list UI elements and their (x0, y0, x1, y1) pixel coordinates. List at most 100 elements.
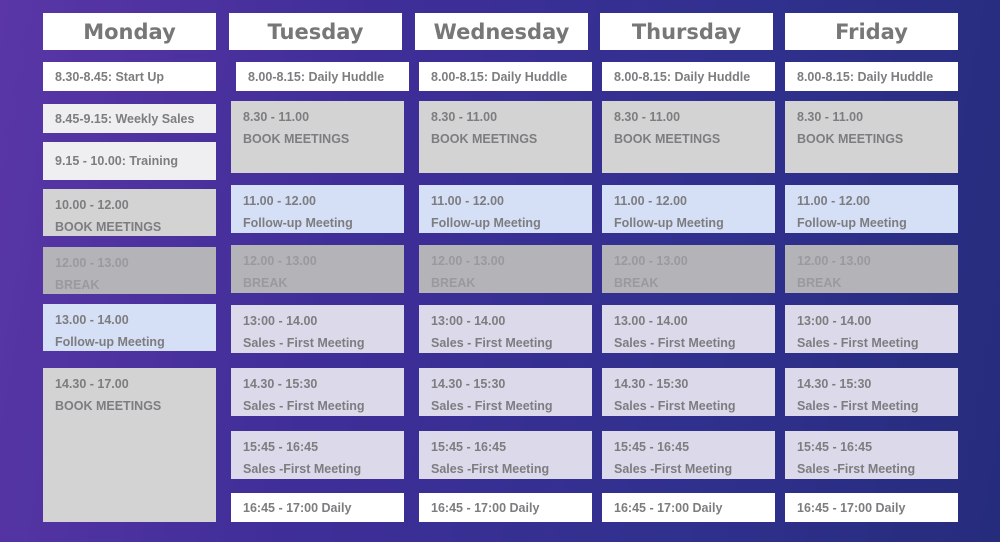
event-block[interactable]: 12.00 - 13.00 BREAK (602, 245, 775, 293)
event-block[interactable]: 13:00 - 14.00 Sales - First Meeting (785, 305, 958, 353)
event-title: Sales -First Meeting (243, 462, 362, 476)
event-time: 12.00 - 13.00 (614, 254, 688, 268)
event-time: 15:45 - 16:45 (431, 440, 507, 454)
event-block[interactable]: 8.30 - 11.00 BOOK MEETINGS (785, 101, 958, 173)
event-block[interactable]: 16:45 - 17:00 Daily (602, 493, 775, 522)
event-block[interactable]: 10.00 - 12.00 BOOK MEETINGS (43, 189, 216, 236)
event-label: 16:45 - 17:00 Daily (243, 500, 352, 515)
event-time: 11.00 - 12.00 (797, 194, 870, 208)
event-block[interactable]: 14.30 - 15:30 Sales - First Meeting (231, 368, 404, 416)
event-block[interactable]: 8.30-8.45: Start Up (43, 62, 216, 91)
event-time: 13:00 - 14.00 (797, 314, 872, 328)
event-block[interactable]: 11.00 - 12.00 Follow-up Meeting (602, 185, 775, 233)
day-header-tuesday: Tuesday (229, 13, 402, 50)
event-time: 10.00 - 12.00 (55, 198, 129, 212)
event-title: BREAK (614, 276, 659, 290)
event-time: 13:00 - 14.00 (431, 314, 506, 328)
event-title: BOOK MEETINGS (614, 132, 721, 146)
event-title: Sales -First Meeting (614, 462, 733, 476)
event-label: 16:45 - 17:00 Daily (797, 500, 906, 515)
event-label: 9.15 - 10.00: Training (55, 154, 178, 168)
event-time: 15:45 - 16:45 (243, 440, 319, 454)
event-label: 8.00-8.15: Daily Huddle (248, 69, 385, 84)
event-label: 8.00-8.15: Daily Huddle (797, 69, 934, 84)
event-time: 11.00 - 12.00 (431, 194, 504, 208)
event-block[interactable]: 11.00 - 12.00 Follow-up Meeting (419, 185, 592, 233)
event-block[interactable]: 14.30 - 15:30 Sales - First Meeting (419, 368, 592, 416)
event-title: BREAK (797, 276, 842, 290)
event-block[interactable]: 12.00 - 13.00 BREAK (231, 245, 404, 293)
event-block[interactable]: 8.00-8.15: Daily Huddle (785, 62, 958, 91)
event-block[interactable]: 15:45 - 16:45 Sales -First Meeting (231, 431, 404, 479)
event-title: Sales -First Meeting (797, 462, 916, 476)
day-header-friday: Friday (785, 13, 958, 50)
event-time: 11.00 - 12.00 (614, 194, 687, 208)
event-title: BOOK MEETINGS (797, 132, 904, 146)
event-title: BREAK (243, 276, 288, 290)
day-header-wednesday: Wednesday (415, 13, 588, 50)
event-block[interactable]: 13.00 - 14.00 Sales - First Meeting (602, 305, 775, 353)
event-time: 8.30 - 11.00 (243, 110, 310, 124)
event-title: Sales - First Meeting (431, 399, 553, 413)
event-time: 14.30 - 15:30 (431, 377, 506, 391)
event-label: 8.45-9.15: Weekly Sales (55, 111, 195, 126)
event-title: Sales -First Meeting (431, 462, 550, 476)
event-block[interactable]: 15:45 - 16:45 Sales -First Meeting (602, 431, 775, 479)
event-time: 12.00 - 13.00 (243, 254, 317, 268)
event-time: 12.00 - 13.00 (797, 254, 871, 268)
event-block[interactable]: 16:45 - 17:00 Daily (231, 493, 404, 522)
day-header-monday: Monday (43, 13, 216, 50)
event-title: Sales - First Meeting (431, 336, 553, 350)
event-block[interactable]: 13:00 - 14.00 Sales - First Meeting (419, 305, 592, 353)
event-label: 16:45 - 17:00 Daily (614, 500, 723, 515)
event-time: 14.30 - 15:30 (614, 377, 689, 391)
event-block[interactable]: 8.30 - 11.00 BOOK MEETINGS (419, 101, 592, 173)
event-title: Follow-up Meeting (431, 216, 541, 230)
event-block[interactable]: 15:45 - 16:45 Sales -First Meeting (785, 431, 958, 479)
event-block[interactable]: 16:45 - 17:00 Daily (785, 493, 958, 522)
event-time: 14.30 - 15:30 (797, 377, 872, 391)
event-time: 15:45 - 16:45 (614, 440, 690, 454)
event-time: 13.00 - 14.00 (614, 314, 688, 328)
event-title: Follow-up Meeting (243, 216, 353, 230)
event-title: BREAK (431, 276, 476, 290)
event-time: 12.00 - 13.00 (55, 256, 129, 270)
event-block[interactable]: 13:00 - 14.00 Sales - First Meeting (231, 305, 404, 353)
event-time: 8.30 - 11.00 (797, 110, 864, 124)
event-block[interactable]: 11.00 - 12.00 Follow-up Meeting (785, 185, 958, 233)
event-label: 8.00-8.15: Daily Huddle (614, 69, 751, 84)
event-time: 12.00 - 13.00 (431, 254, 505, 268)
event-title: Sales - First Meeting (614, 399, 736, 413)
event-block[interactable]: 12.00 - 13.00 BREAK (419, 245, 592, 293)
event-title: Sales - First Meeting (797, 336, 919, 350)
event-block[interactable]: 8.00-8.15: Daily Huddle (236, 62, 409, 91)
event-block[interactable]: 8.00-8.15: Daily Huddle (419, 62, 592, 91)
event-time: 13.00 - 14.00 (55, 313, 129, 327)
event-time: 8.30 - 11.00 (614, 110, 681, 124)
event-title: BOOK MEETINGS (55, 399, 162, 413)
event-time: 8.30 - 11.00 (431, 110, 498, 124)
event-title: BOOK MEETINGS (431, 132, 538, 146)
event-block[interactable]: 14.30 - 17.00 BOOK MEETINGS (43, 368, 216, 522)
event-label: 8.30-8.45: Start Up (55, 69, 165, 84)
event-block[interactable]: 15:45 - 16:45 Sales -First Meeting (419, 431, 592, 479)
event-block[interactable]: 13.00 - 14.00 Follow-up Meeting (43, 304, 216, 351)
event-block[interactable]: 12.00 - 13.00 BREAK (785, 245, 958, 293)
event-block[interactable]: 16:45 - 17:00 Daily (419, 493, 592, 522)
event-block[interactable]: 8.30 - 11.00 BOOK MEETINGS (602, 101, 775, 173)
event-title: Sales - First Meeting (243, 336, 365, 350)
event-label: 16:45 - 17:00 Daily (431, 500, 540, 515)
event-title: BREAK (55, 278, 100, 292)
event-title: BOOK MEETINGS (55, 220, 162, 234)
event-block[interactable]: 12.00 - 13.00 BREAK (43, 247, 216, 294)
event-title: Follow-up Meeting (614, 216, 724, 230)
event-block[interactable]: 8.45-9.15: Weekly Sales (43, 104, 216, 133)
event-block[interactable]: 11.00 - 12.00 Follow-up Meeting (231, 185, 404, 233)
event-block[interactable]: 14.30 - 15:30 Sales - First Meeting (785, 368, 958, 416)
day-header-thursday: Thursday (600, 13, 773, 50)
event-block[interactable]: 9.15 - 10.00: Training (43, 142, 216, 180)
event-block[interactable]: 8.00-8.15: Daily Huddle (602, 62, 775, 91)
event-time: 14.30 - 17.00 (55, 377, 129, 391)
event-block[interactable]: 8.30 - 11.00 BOOK MEETINGS (231, 101, 404, 173)
event-block[interactable]: 14.30 - 15:30 Sales - First Meeting (602, 368, 775, 416)
